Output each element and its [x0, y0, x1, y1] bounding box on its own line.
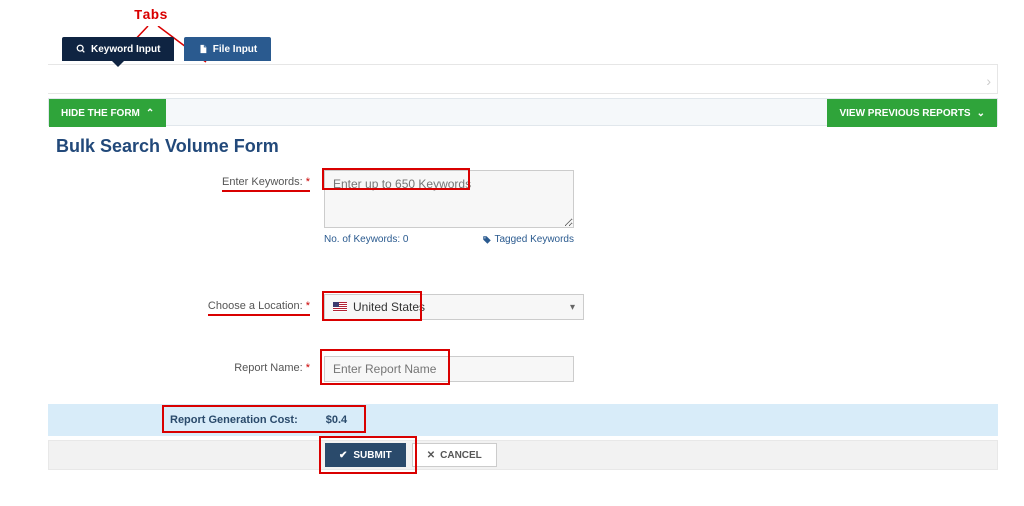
- annotation-tabs-label: Tabs: [134, 8, 168, 24]
- cost-value: $0.4: [326, 414, 347, 426]
- location-label: Choose a Location:*: [48, 294, 310, 316]
- hide-form-button[interactable]: HIDE THE FORM ⌃: [49, 99, 166, 127]
- tab-label: File Input: [213, 44, 257, 55]
- cancel-label: CANCEL: [440, 450, 482, 461]
- chevron-down-icon: ▾: [570, 302, 575, 313]
- tagged-keywords-link[interactable]: Tagged Keywords: [482, 234, 575, 245]
- tab-keyword-input[interactable]: Keyword Input: [62, 37, 174, 61]
- file-icon: [198, 44, 208, 54]
- tag-icon: [482, 235, 492, 245]
- cancel-button[interactable]: ✕ CANCEL: [412, 443, 497, 467]
- check-icon: ✔: [339, 450, 347, 461]
- keywords-count-label: No. of Keywords: 0: [324, 234, 408, 245]
- tab-label: Keyword Input: [91, 44, 160, 55]
- submit-label: SUBMIT: [353, 450, 391, 461]
- report-name-input[interactable]: [324, 356, 574, 382]
- active-tab-pointer: [112, 61, 124, 67]
- keywords-label: Enter Keywords:*: [48, 170, 310, 192]
- us-flag-icon: [333, 302, 347, 312]
- search-icon: [76, 44, 86, 54]
- page-title: Bulk Search Volume Form: [56, 136, 279, 157]
- report-name-label: Report Name:*: [48, 356, 310, 374]
- location-select[interactable]: United States ▾: [324, 294, 584, 320]
- cost-label: Report Generation Cost:: [170, 414, 298, 426]
- cost-row: Report Generation Cost: $0.4: [48, 404, 998, 436]
- action-row: ✔ SUBMIT ✕ CANCEL: [48, 440, 998, 470]
- chevron-down-icon: ⌄: [977, 108, 985, 119]
- tab-file-input[interactable]: File Input: [184, 37, 271, 61]
- chevron-right-icon[interactable]: ›: [986, 73, 991, 89]
- chevron-up-icon: ⌃: [146, 108, 154, 119]
- keywords-textarea[interactable]: [324, 170, 574, 228]
- close-icon: ✕: [427, 450, 435, 461]
- hide-form-label: HIDE THE FORM: [61, 108, 140, 119]
- form-bar: HIDE THE FORM ⌃ VIEW PREVIOUS REPORTS ⌄: [48, 98, 998, 126]
- submit-button[interactable]: ✔ SUBMIT: [325, 443, 406, 467]
- view-previous-label: VIEW PREVIOUS REPORTS: [839, 108, 970, 119]
- view-previous-reports-button[interactable]: VIEW PREVIOUS REPORTS ⌄: [827, 99, 997, 127]
- location-selected-text: United States: [353, 300, 425, 314]
- tabs-container: Keyword Input File Input ›: [48, 64, 998, 94]
